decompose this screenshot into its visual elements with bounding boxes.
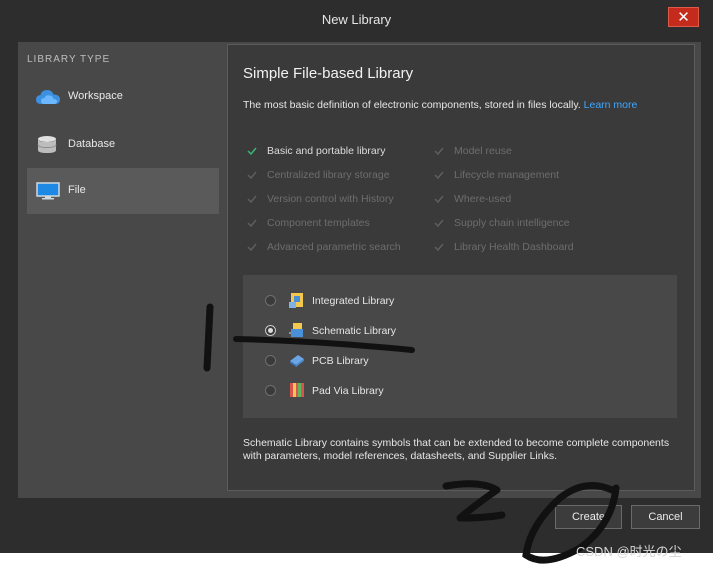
check-icon <box>434 195 444 203</box>
feature-basic-portable: Basic and portable library <box>267 145 386 157</box>
option-integrated-library[interactable]: Integrated Library <box>243 289 677 315</box>
feature-centralized-storage: Centralized library storage <box>267 169 390 181</box>
feature-where-used: Where-used <box>454 193 512 205</box>
feature-parametric-search: Advanced parametric search <box>267 241 401 253</box>
radio-button[interactable] <box>265 355 276 366</box>
option-label: Schematic Library <box>312 325 397 337</box>
feature-supply-chain: Supply chain intelligence <box>454 217 570 229</box>
feature-model-reuse: Model reuse <box>454 145 512 157</box>
option-pcb-library[interactable]: PCB Library <box>243 349 677 375</box>
selected-library-description: Schematic Library contains symbols that … <box>243 437 670 462</box>
description-text: The most basic definition of electronic … <box>243 99 581 111</box>
sidebar-item-file[interactable]: File <box>27 168 219 214</box>
learn-more-link[interactable]: Learn more <box>584 99 638 111</box>
option-label: PCB Library <box>312 355 369 367</box>
library-type-sidebar: LIBRARY TYPE Workspace Database File <box>18 42 226 498</box>
integrated-library-icon <box>289 293 303 308</box>
option-schematic-library[interactable]: Schematic Library <box>243 319 677 345</box>
check-icon <box>434 171 444 179</box>
sidebar-title: LIBRARY TYPE <box>27 54 111 65</box>
radio-button[interactable] <box>265 295 276 306</box>
check-icon <box>247 219 257 227</box>
sidebar-item-label: Database <box>68 138 116 150</box>
panel-title: Simple File-based Library <box>243 65 414 82</box>
pad-via-library-icon <box>290 383 304 397</box>
check-icon <box>434 147 444 155</box>
monitor-icon <box>36 182 60 200</box>
title-bar: New Library ✕ <box>0 0 713 38</box>
library-type-list: Integrated Library Schematic Library PCB… <box>243 275 677 418</box>
database-icon <box>37 136 57 153</box>
feature-lifecycle-management: Lifecycle management <box>454 169 560 181</box>
pcb-library-icon <box>290 355 304 367</box>
check-icon <box>247 171 257 179</box>
new-library-dialog: New Library ✕ LIBRARY TYPE Workspace Dat… <box>0 0 713 553</box>
dialog-body: LIBRARY TYPE Workspace Database File Sim… <box>18 42 701 498</box>
option-label: Pad Via Library <box>312 385 384 397</box>
check-icon <box>434 243 444 251</box>
check-icon <box>434 219 444 227</box>
feature-health-dashboard: Library Health Dashboard <box>454 241 574 253</box>
sidebar-item-database[interactable]: Database <box>27 122 219 168</box>
cloud-icon <box>36 90 60 104</box>
sidebar-item-label: File <box>68 184 86 196</box>
check-icon <box>247 243 257 251</box>
radio-button-selected[interactable] <box>265 325 276 336</box>
check-icon <box>247 147 257 155</box>
sidebar-item-label: Workspace <box>68 90 123 102</box>
cancel-button[interactable]: Cancel <box>631 505 700 529</box>
create-button[interactable]: Create <box>555 505 622 529</box>
option-pad-via-library[interactable]: Pad Via Library <box>243 379 677 405</box>
dialog-title: New Library <box>321 12 392 27</box>
check-icon <box>247 195 257 203</box>
csdn-watermark: CSDN @时光の尘 <box>576 544 682 559</box>
close-button[interactable]: ✕ <box>668 7 699 27</box>
sidebar-item-workspace[interactable]: Workspace <box>27 74 219 120</box>
library-details-panel: Simple File-based Library The most basic… <box>227 44 695 491</box>
option-label: Integrated Library <box>312 295 395 307</box>
radio-button[interactable] <box>265 385 276 396</box>
schematic-library-icon <box>289 323 303 337</box>
panel-description: The most basic definition of electronic … <box>243 99 663 112</box>
feature-version-control: Version control with History <box>267 193 394 205</box>
feature-component-templates: Component templates <box>267 217 370 229</box>
